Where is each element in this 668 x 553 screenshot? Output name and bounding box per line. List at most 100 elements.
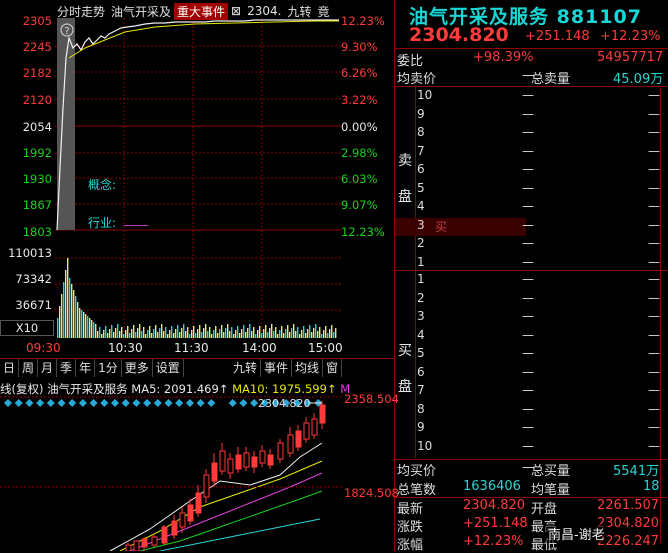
tab-year[interactable]: 年 xyxy=(76,359,96,377)
pct-label: 6.03% xyxy=(341,172,378,186)
order-level-row[interactable]: 7 — — xyxy=(395,144,668,162)
total-buy-value: 5541万 xyxy=(613,464,660,479)
order-level-row[interactable]: 2 — — xyxy=(395,291,668,309)
pct-label: 3.22% xyxy=(341,93,378,107)
order-price: — xyxy=(522,272,534,286)
trades-value: 1636406 xyxy=(463,479,521,494)
order-level-row[interactable]: 3 — — 买 xyxy=(395,217,668,236)
order-level-number: 8 xyxy=(417,401,425,416)
tab-sector-name[interactable]: 油气开采及 xyxy=(108,3,174,20)
tab-1min[interactable]: 1分 xyxy=(95,359,122,377)
tab-intraday[interactable]: 分时走势 xyxy=(54,3,108,20)
order-volume: — xyxy=(648,254,660,269)
kline-axis-label: 1824.508 xyxy=(344,486,399,500)
order-price: — xyxy=(522,401,534,416)
order-volume: — xyxy=(648,290,660,305)
order-level-row[interactable]: 9 — — xyxy=(395,107,668,125)
volume-bar xyxy=(127,326,129,338)
event-diamond-icon xyxy=(100,399,109,407)
close-icon[interactable]: ⊠ xyxy=(228,4,244,18)
order-level-row[interactable]: 10 — — xyxy=(395,88,668,106)
tab-more[interactable]: 竟 xyxy=(314,3,332,20)
volume-bar xyxy=(129,333,131,338)
order-volume: — xyxy=(648,327,660,342)
tab-major-events[interactable]: 重大事件 xyxy=(174,2,229,20)
volume-bar xyxy=(155,325,157,338)
volume-bar xyxy=(267,332,269,338)
event-diamond-icon xyxy=(143,399,152,407)
volume-bar xyxy=(319,327,321,338)
candle-body xyxy=(171,520,178,536)
volume-bar xyxy=(269,328,271,338)
volume-bar xyxy=(73,290,75,338)
tab-nine-turn[interactable]: 九转 xyxy=(230,359,262,377)
order-level-row[interactable]: 1 — — xyxy=(395,272,668,290)
order-level-row[interactable]: 6 — — xyxy=(395,162,668,180)
price-label: 2245 xyxy=(22,40,52,54)
volume-bar xyxy=(99,327,101,338)
event-diamond-icon xyxy=(132,399,141,407)
order-level-row[interactable]: 2 — — xyxy=(395,236,668,254)
order-level-row[interactable]: 6 — — xyxy=(395,365,668,383)
order-level-row[interactable]: 7 — — xyxy=(395,383,668,401)
intraday-chart-panel[interactable]: 分时走势 油气开采及 重大事件 ⊠ 2304. 九转 竟 2305 2245 2… xyxy=(0,0,395,358)
scrollbar[interactable] xyxy=(660,88,667,543)
tab-week[interactable]: 周 xyxy=(19,359,39,377)
event-diamond-icon xyxy=(4,399,12,407)
volume-bar xyxy=(295,331,297,338)
volume-bar xyxy=(105,326,107,338)
avg-vol-label: 均笔量 xyxy=(531,483,571,498)
tab-settings[interactable]: 设置 xyxy=(153,359,184,377)
intraday-plot: ? xyxy=(55,18,341,340)
order-volume: — xyxy=(648,106,660,121)
volume-bar xyxy=(75,296,77,338)
order-level-row[interactable]: 4 — — xyxy=(395,328,668,346)
weicha-value: 54957717 xyxy=(597,50,664,65)
volume-bar xyxy=(263,329,265,338)
event-diamond-icon xyxy=(185,399,194,407)
volume-bar xyxy=(67,258,69,338)
order-level-row[interactable]: 5 — — xyxy=(395,181,668,199)
volume-bar xyxy=(203,328,205,338)
volume-bar xyxy=(251,331,253,338)
order-price: — xyxy=(522,180,534,195)
volume-bar xyxy=(167,334,169,338)
order-level-row[interactable]: 8 — — xyxy=(395,125,668,143)
volume-bar xyxy=(285,329,287,338)
event-diamond-icon xyxy=(14,399,23,407)
order-level-row[interactable]: 8 — — xyxy=(395,402,668,420)
order-level-row[interactable]: 4 — — xyxy=(395,199,668,217)
volume-bar xyxy=(199,325,201,338)
tab-ma[interactable]: 均线 xyxy=(292,359,324,377)
candle-body xyxy=(235,454,242,470)
event-diamond-icon xyxy=(78,399,87,407)
tab-month[interactable]: 月 xyxy=(38,359,58,377)
indicator-tab-bar: 九转 事件 均线 窗 xyxy=(230,359,343,377)
tab-quarter[interactable]: 季 xyxy=(57,359,77,377)
order-level-row[interactable]: 9 — — xyxy=(395,420,668,438)
volume-scale-button[interactable]: X10 xyxy=(0,320,54,336)
tab-more[interactable]: 更多 xyxy=(122,359,153,377)
time-label: 11:30 xyxy=(174,341,209,355)
volume-bar xyxy=(313,328,315,338)
order-level-row[interactable]: 10 — — xyxy=(395,439,668,457)
change-label: 涨跌 xyxy=(397,520,424,535)
order-level-row[interactable]: 3 — — xyxy=(395,309,668,327)
tab-day[interactable]: 日 xyxy=(0,359,20,377)
volume-bar xyxy=(151,333,153,338)
volume-bar xyxy=(177,325,179,338)
tab-nine-turn[interactable]: 九转 xyxy=(284,3,314,20)
order-level-number: 9 xyxy=(417,420,425,434)
tab-events[interactable]: 事件 xyxy=(261,359,293,377)
order-price: — xyxy=(522,199,534,213)
volume-bar xyxy=(63,282,65,338)
volume-bar xyxy=(57,318,59,338)
order-level-number: 7 xyxy=(417,383,425,397)
volume-bar xyxy=(117,324,119,338)
order-level-number: 2 xyxy=(417,290,425,305)
kline-chart-panel[interactable]: 日 周 月 季 年 1分 更多 设置 九转 事件 均线 窗 线(复权) 油气开采… xyxy=(0,358,399,551)
volume-bar xyxy=(325,326,327,338)
order-level-row[interactable]: 5 — — xyxy=(395,346,668,364)
order-level-number: 6 xyxy=(417,162,425,176)
tab-window[interactable]: 窗 xyxy=(323,359,343,377)
